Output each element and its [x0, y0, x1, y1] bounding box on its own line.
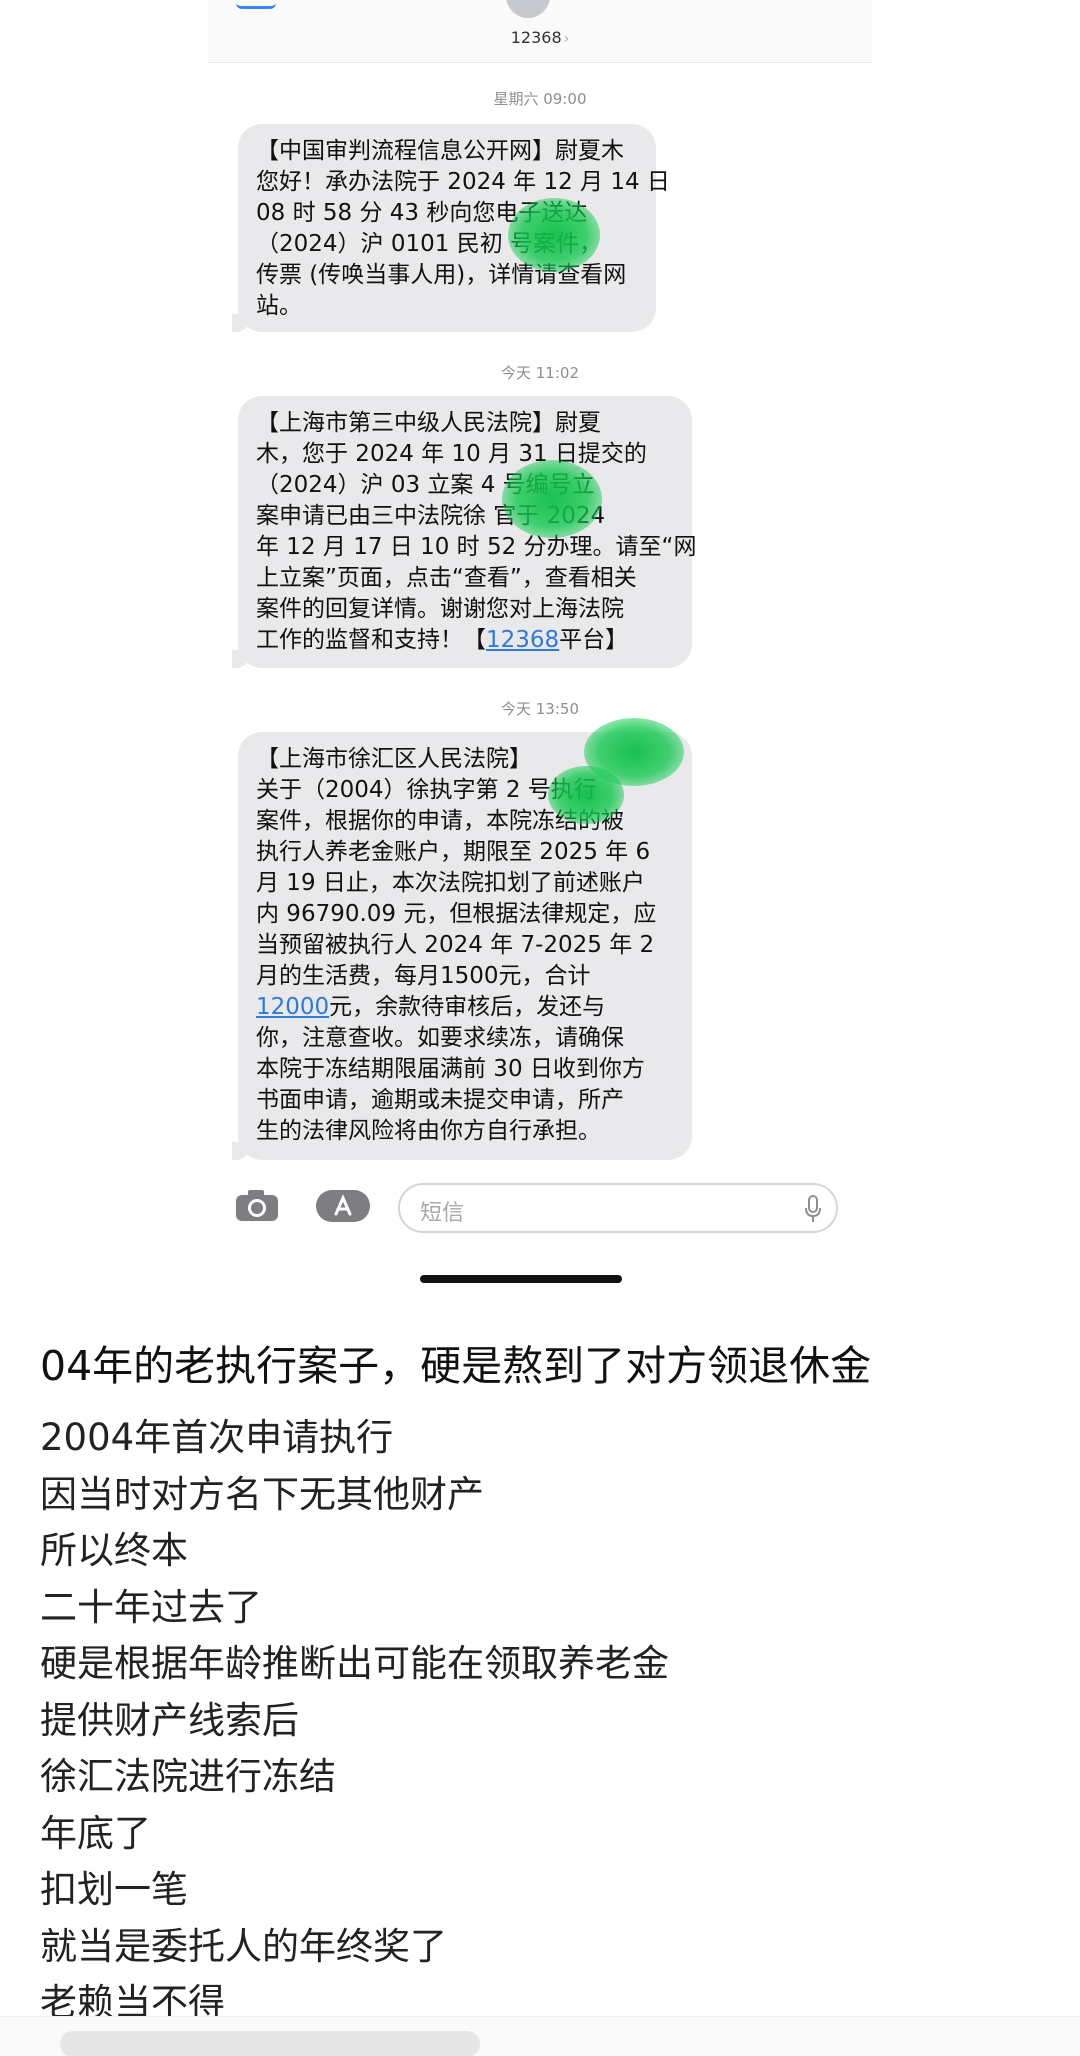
post-line: 硬是根据年龄推断出可能在领取养老金	[40, 1642, 669, 1685]
post-line: 徐汇法院进行冻结	[40, 1755, 336, 1798]
message-line: 内 96790.09 元，但根据法律规定，应	[256, 901, 657, 927]
message-line: 木，您于 2024 年 10 月 31 日提交的	[256, 441, 647, 467]
page: 12368 › 星期六 09:00 【中国审判流程信息公开网】尉夏木 您好！承办法…	[0, 0, 1080, 2056]
post-body: 04年的老执行案子，硬是熬到了对方领退休金 2004年首次申请执行 因当时对方名…	[40, 1338, 1050, 2032]
message-line: 书面申请，逾期或未提交申请，所产	[256, 1087, 624, 1113]
post-line: 就当是委托人的年终奖了	[40, 1924, 447, 1968]
message-line: 案件的回复详情。谢谢您对上海法院	[256, 596, 624, 622]
microphone-icon[interactable]	[804, 1195, 822, 1223]
message-timestamp: 今天 11:02	[501, 364, 579, 382]
camera-icon[interactable]	[234, 1188, 280, 1222]
message-line: 【中国审判流程信息公开网】尉夏木	[256, 138, 624, 164]
post-line: 年底了	[40, 1811, 151, 1855]
post-line: 二十年过去了	[40, 1585, 262, 1629]
message-timestamp: 今天 13:50	[501, 700, 579, 718]
sms-input[interactable]: 短信	[398, 1183, 838, 1233]
conversation-header: 12368 ›	[208, 0, 872, 63]
message-line: 工作的监督和支持！【12368平台】	[256, 627, 629, 653]
message-line: 当预留被执行人 2024 年 7-2025 年 2	[256, 932, 655, 958]
contact-name[interactable]: 12368 ›	[208, 28, 872, 47]
message-line: 月的生活费，每月1500元，合计	[256, 963, 591, 989]
app-store-icon[interactable]	[314, 1188, 372, 1224]
post-line: 提供财产线索后	[40, 1698, 299, 1742]
message-line: 12000元，余款待审核后，发还与	[256, 994, 606, 1020]
message-line: 站。	[256, 293, 302, 319]
back-icon[interactable]	[236, 0, 276, 9]
post-line: 所以终本	[40, 1529, 188, 1572]
post-line: 2004年首次申请执行	[40, 1416, 394, 1459]
message-line: 生的法律风险将由你方自行承担。	[256, 1118, 601, 1144]
chevron-right-icon: ›	[563, 31, 570, 47]
avatar[interactable]	[506, 0, 550, 18]
comment-input[interactable]	[60, 2031, 480, 2056]
message-bubble[interactable]: 【上海市第三中级人民法院】尉夏 木，您于 2024 年 10 月 31 日提交的…	[232, 396, 697, 668]
message-line: （2024）沪 03 立案 4 号编号立	[256, 472, 595, 498]
redaction-mark	[548, 766, 624, 824]
redaction-mark	[502, 460, 602, 538]
message-line: 【上海市第三中级人民法院】尉夏	[256, 410, 601, 436]
bottom-bar	[0, 2016, 1080, 2056]
post-line: 扣划一笔	[40, 1868, 188, 1911]
redaction-mark	[508, 198, 600, 272]
message-line: 月 19 日止，本次法院扣划了前述账户	[256, 870, 645, 896]
message-line: 执行人养老金账户，期限至 2025 年 6	[256, 839, 651, 865]
amount-link[interactable]: 12000	[256, 994, 329, 1020]
message-line: 本院于冻结期限届满前 30 日收到你方	[256, 1056, 645, 1082]
message-line: 上立案”页面，点击“查看”，查看相关	[256, 565, 637, 591]
phone-link[interactable]: 12368	[486, 627, 559, 653]
home-indicator	[420, 1275, 622, 1283]
message-line: 年 12 月 17 日 10 时 52 分办理。请至“网	[256, 534, 697, 560]
message-line: 案申请已由三中法院徐 官于 2024	[256, 503, 606, 529]
post-line: 因当时对方名下无其他财产	[40, 1472, 484, 1516]
messages-screenshot: 12368 › 星期六 09:00 【中国审判流程信息公开网】尉夏木 您好！承办法…	[208, 0, 872, 1290]
message-timestamp: 星期六 09:00	[493, 90, 587, 108]
message-line: 您好！承办法院于 2024 年 12 月 14 日	[256, 169, 670, 195]
post-title: 04年的老执行案子，硬是熬到了对方领退休金	[40, 1342, 872, 1390]
message-line: 你，注意查收。如要求续冻，请确保	[256, 1025, 624, 1051]
